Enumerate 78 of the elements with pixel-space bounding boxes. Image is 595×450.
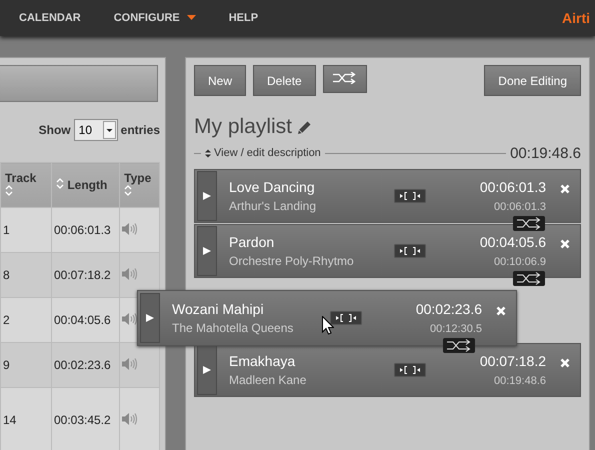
play-icon xyxy=(203,247,211,255)
track-title: Pardon xyxy=(229,234,276,250)
running-total: 00:10:06.9 xyxy=(494,256,546,268)
play-icon xyxy=(203,192,211,200)
cue-points-icon[interactable] xyxy=(394,189,426,203)
running-total: 00:12:30.5 xyxy=(430,323,482,335)
crossfade-icon[interactable] xyxy=(443,338,475,353)
table-cell: 00:07:18.2 xyxy=(52,252,120,298)
running-total: 00:19:48.6 xyxy=(494,375,546,387)
speaker-icon xyxy=(122,266,138,280)
running-total: 00:06:01.3 xyxy=(494,201,546,213)
brand-logo: Airti xyxy=(562,10,591,26)
toolbar-button[interactable]: Delete xyxy=(253,65,316,96)
table-cell: 00:03:45.2 xyxy=(52,388,120,450)
nav-menu-item[interactable]: HELP xyxy=(228,12,258,24)
dragged-track[interactable]: Wozani Mahipi The Mahotella Queens 00:02:23.6 00:12:30.5 xyxy=(137,290,517,346)
table-cell: 14 xyxy=(0,388,52,450)
play-button[interactable] xyxy=(140,293,160,343)
track-length: 00:02:23.6 xyxy=(416,301,482,317)
done-editing-button[interactable]: Done Editing xyxy=(484,65,581,96)
shuffle-icon xyxy=(332,72,357,84)
track-title: Love Dancing xyxy=(229,179,316,195)
page-size-select[interactable]: 10 xyxy=(74,119,118,141)
play-button[interactable] xyxy=(197,345,217,395)
track-title: Emakhaya xyxy=(229,353,296,369)
total-length: 00:19:48.6 xyxy=(510,144,581,162)
table-cell: 1 xyxy=(0,208,52,252)
speaker-icon xyxy=(122,356,138,370)
track-length: 00:06:01.3 xyxy=(480,179,546,195)
speaker-icon xyxy=(122,222,138,236)
track-artist: Arthur's Landing xyxy=(229,199,318,213)
table-cell: 00:04:05.6 xyxy=(52,298,120,342)
column-header[interactable]: Length xyxy=(52,162,120,208)
cue-points-icon[interactable] xyxy=(394,363,426,377)
mouse-pointer-icon xyxy=(322,316,334,335)
sort-icon xyxy=(124,185,132,196)
play-icon xyxy=(146,314,154,322)
sort-icon xyxy=(5,185,13,196)
crossfade-icon[interactable] xyxy=(513,271,545,286)
toolbar-button[interactable]: New xyxy=(194,65,246,96)
shuffle-button[interactable] xyxy=(322,65,367,93)
play-button[interactable] xyxy=(197,171,217,221)
playlist-title: My playlist xyxy=(194,115,292,139)
track-artist: The Mahotella Queens xyxy=(172,321,294,335)
track-title: Wozani Mahipi xyxy=(172,301,265,317)
nav-menu-item[interactable]: CONFIGURE xyxy=(114,12,196,24)
cue-points-icon[interactable] xyxy=(330,311,362,325)
sort-icon xyxy=(56,178,64,189)
remove-icon[interactable] xyxy=(560,358,570,368)
show-label: Show xyxy=(38,123,71,137)
speaker-icon xyxy=(122,412,138,426)
pencil-icon[interactable] xyxy=(297,120,312,134)
table-cell: 2 xyxy=(0,298,52,342)
column-header[interactable]: Track xyxy=(0,162,52,208)
playlist-track[interactable]: Emakhaya Madleen Kane 00:07:18.2 00:19:48.6 xyxy=(194,343,581,397)
remove-icon[interactable] xyxy=(560,184,570,194)
track-artist: Madleen Kane xyxy=(229,373,308,387)
playlist-track[interactable]: Love Dancing Arthur's Landing 00:06:01.3 00:06:01.3 xyxy=(194,169,581,223)
crossfade-icon[interactable] xyxy=(513,216,545,231)
playlist-track[interactable]: Pardon Orchestre Poly-Rhytmo 00:04:05.6 00:10:06.9 xyxy=(194,224,581,278)
play-button[interactable] xyxy=(197,226,217,276)
speaker-icon xyxy=(122,312,138,326)
track-length: 00:04:05.6 xyxy=(480,234,546,250)
track-artist: Orchestre Poly-Rhytmo xyxy=(229,254,355,268)
table-cell: 8 xyxy=(0,252,52,298)
play-icon xyxy=(203,366,211,374)
remove-icon[interactable] xyxy=(496,306,506,316)
track-length: 00:07:18.2 xyxy=(480,353,546,369)
description-toggle-link[interactable]: View / edit description xyxy=(205,147,321,159)
table-cell: 9 xyxy=(0,342,52,388)
expand-icon xyxy=(205,148,211,158)
nav-menu-item[interactable]: CALENDAR xyxy=(19,12,81,24)
remove-icon[interactable] xyxy=(560,239,570,249)
entries-label: entries xyxy=(120,123,160,137)
column-header[interactable]: Type xyxy=(120,162,160,208)
cue-points-icon[interactable] xyxy=(394,244,426,258)
table-cell: 00:02:23.6 xyxy=(52,342,120,388)
table-cell: 00:06:01.3 xyxy=(52,208,120,252)
